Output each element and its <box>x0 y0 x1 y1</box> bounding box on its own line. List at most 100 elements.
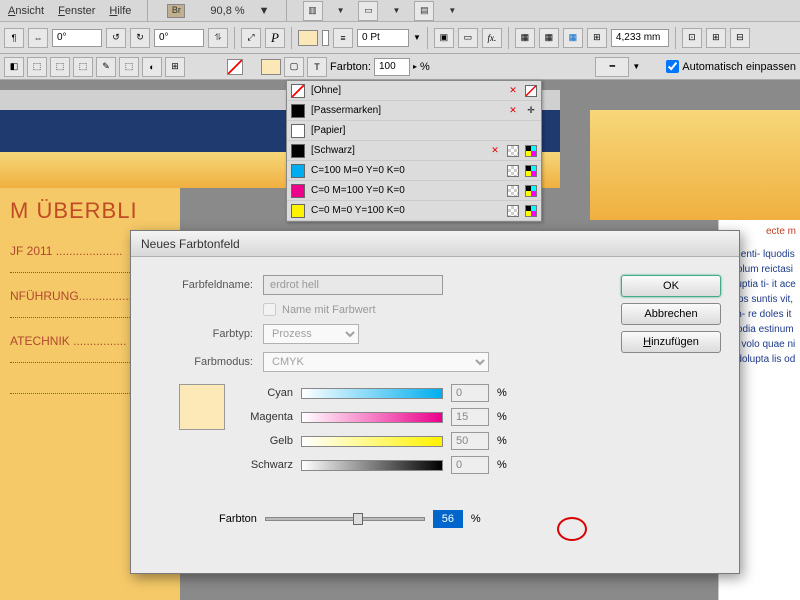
yellow-swatch-icon <box>291 204 305 218</box>
t2-icon6[interactable]: ⬚ <box>119 57 139 77</box>
line-style-icon[interactable]: ━ <box>595 57 629 77</box>
dim-input[interactable] <box>611 29 669 47</box>
black-slider <box>301 460 443 471</box>
align-c-icon[interactable]: ▦ <box>539 28 559 48</box>
stroke-pt-input[interactable] <box>357 29 409 47</box>
name-with-value-label: Name mit Farbwert <box>282 304 376 316</box>
stroke-swatch[interactable] <box>322 30 329 46</box>
nofill-swatch[interactable] <box>227 59 243 75</box>
t2-icon2[interactable]: ⬚ <box>27 57 47 77</box>
rotate-ccw-icon[interactable]: ↺ <box>106 28 126 48</box>
autofit-checkbox[interactable] <box>666 60 679 73</box>
text-icon[interactable]: T <box>307 57 327 77</box>
t2-icon3[interactable]: ⬚ <box>50 57 70 77</box>
screen-mode-icon[interactable]: ▥ <box>303 1 323 21</box>
flip-v-icon[interactable]: ⥮ <box>208 28 228 48</box>
farbton-input[interactable] <box>374 58 410 76</box>
slider-thumb-icon[interactable] <box>353 513 363 525</box>
fx-icon[interactable]: fx. <box>482 28 502 48</box>
black-row: Schwarz % <box>237 456 601 474</box>
magenta-label: Magenta <box>237 411 293 423</box>
swatch-label: [Passermarken] <box>311 105 501 116</box>
t2-icon5[interactable]: ✎ <box>96 57 116 77</box>
none-mark-icon <box>525 85 537 97</box>
zoom-level[interactable]: 90,8 % <box>210 5 244 17</box>
page-title: M ÜBERBLI <box>10 198 170 224</box>
autofit-label: Automatisch einpassen <box>682 61 796 73</box>
swatch-row-cyan[interactable]: C=100 M=0 Y=0 K=0 <box>287 161 541 181</box>
bridge-icon[interactable]: Br <box>167 4 185 18</box>
process-icon <box>507 205 519 217</box>
char-p-icon[interactable]: P <box>265 28 285 48</box>
yellow-row: Gelb % <box>237 432 601 450</box>
stroke-weight-icon[interactable]: ≡ <box>333 28 353 48</box>
swatch-row-none[interactable]: [Ohne] ✕ <box>287 81 541 101</box>
arrange-icon[interactable]: ▭ <box>358 1 378 21</box>
cancel-button[interactable]: Abbrechen <box>621 303 721 325</box>
menu-help[interactable]: Hilfe <box>109 5 131 17</box>
fill-swatch[interactable] <box>298 30 318 46</box>
pencil-lock-icon: ✕ <box>507 85 519 97</box>
cyan-slider <box>301 388 443 399</box>
align-l-icon[interactable]: ▦ <box>515 28 535 48</box>
type-select: Prozess <box>263 324 359 344</box>
farbton-value-input[interactable] <box>433 510 463 528</box>
farbton-label: Farbton <box>219 513 257 525</box>
t2-icon7[interactable]: ◐ <box>142 57 162 77</box>
cmyk-icon <box>525 205 537 217</box>
rotate-cw-icon[interactable]: ↻ <box>130 28 150 48</box>
swatch-row-magenta[interactable]: C=0 M=100 Y=0 K=0 <box>287 181 541 201</box>
swatch-label: [Papier] <box>311 125 537 136</box>
dialog-title: Neues Farbtonfeld <box>131 231 739 257</box>
magenta-slider <box>301 412 443 423</box>
menu-window[interactable]: Fenster <box>58 5 95 17</box>
pct-label: % <box>471 513 481 525</box>
color-preview-swatch <box>179 384 225 430</box>
container-icon[interactable]: ▢ <box>284 57 304 77</box>
name-label: Farbfeldname: <box>149 279 253 291</box>
add-button[interactable]: Hinzufügen <box>621 331 721 353</box>
process-icon <box>507 165 519 177</box>
yellow-label: Gelb <box>237 435 293 447</box>
swatches-panel: [Ohne] ✕ [Passermarken] ✕ ✛ [Papier] [Sc… <box>286 80 542 222</box>
farbton-label: Farbton: <box>330 61 371 73</box>
pct-label: % <box>420 61 430 73</box>
angle2-input[interactable] <box>154 29 204 47</box>
swatch-row-black[interactable]: [Schwarz] ✕ <box>287 141 541 161</box>
t2-icon1[interactable]: ◧ <box>4 57 24 77</box>
toolbar-2: ◧ ⬚ ⬚ ⬚ ✎ ⬚ ◐ ⊞ ▢ T Farbton: ▸ % ━▼ Auto… <box>0 54 800 80</box>
farbton-slider[interactable] <box>265 517 425 521</box>
para-icon[interactable]: ¶ <box>4 28 24 48</box>
swatch-label: C=0 M=0 Y=100 K=0 <box>311 205 501 216</box>
align-r-icon[interactable]: ▦ <box>563 28 583 48</box>
fit-2-icon[interactable]: ⊞ <box>706 28 726 48</box>
cmyk-icon <box>525 145 537 157</box>
name-with-value-checkbox <box>263 303 276 316</box>
view-options-icon[interactable]: ▤ <box>414 1 434 21</box>
t2-icon4[interactable]: ⬚ <box>73 57 93 77</box>
swatch-row-registration[interactable]: [Passermarken] ✕ ✛ <box>287 101 541 121</box>
type-label: Farbtyp: <box>149 328 253 340</box>
fit-1-icon[interactable]: ⊡ <box>682 28 702 48</box>
yellow-slider <box>301 436 443 447</box>
scale-icon[interactable]: ⤢ <box>241 28 261 48</box>
wrap-icon[interactable]: ▣ <box>434 28 454 48</box>
menu-view[interactable]: AAnsichtnsicht <box>8 5 44 17</box>
ok-button[interactable]: OK <box>621 275 721 297</box>
process-icon <box>507 185 519 197</box>
flip-h-icon[interactable]: ⇔ <box>28 28 48 48</box>
white-swatch-icon <box>291 124 305 138</box>
frame-icon[interactable]: ▭ <box>458 28 478 48</box>
fit-3-icon[interactable]: ⊟ <box>730 28 750 48</box>
magenta-value <box>451 408 489 426</box>
angle1-input[interactable] <box>52 29 102 47</box>
dim-icon[interactable]: ⊞ <box>587 28 607 48</box>
doc-band-gold-right <box>590 110 800 220</box>
black-swatch-icon <box>291 144 305 158</box>
cyan-value <box>451 384 489 402</box>
fill2-swatch[interactable] <box>261 59 281 75</box>
swatch-row-yellow[interactable]: C=0 M=0 Y=100 K=0 <box>287 201 541 221</box>
mode-label: Farbmodus: <box>149 356 253 368</box>
swatch-row-paper[interactable]: [Papier] <box>287 121 541 141</box>
t2-icon8[interactable]: ⊞ <box>165 57 185 77</box>
